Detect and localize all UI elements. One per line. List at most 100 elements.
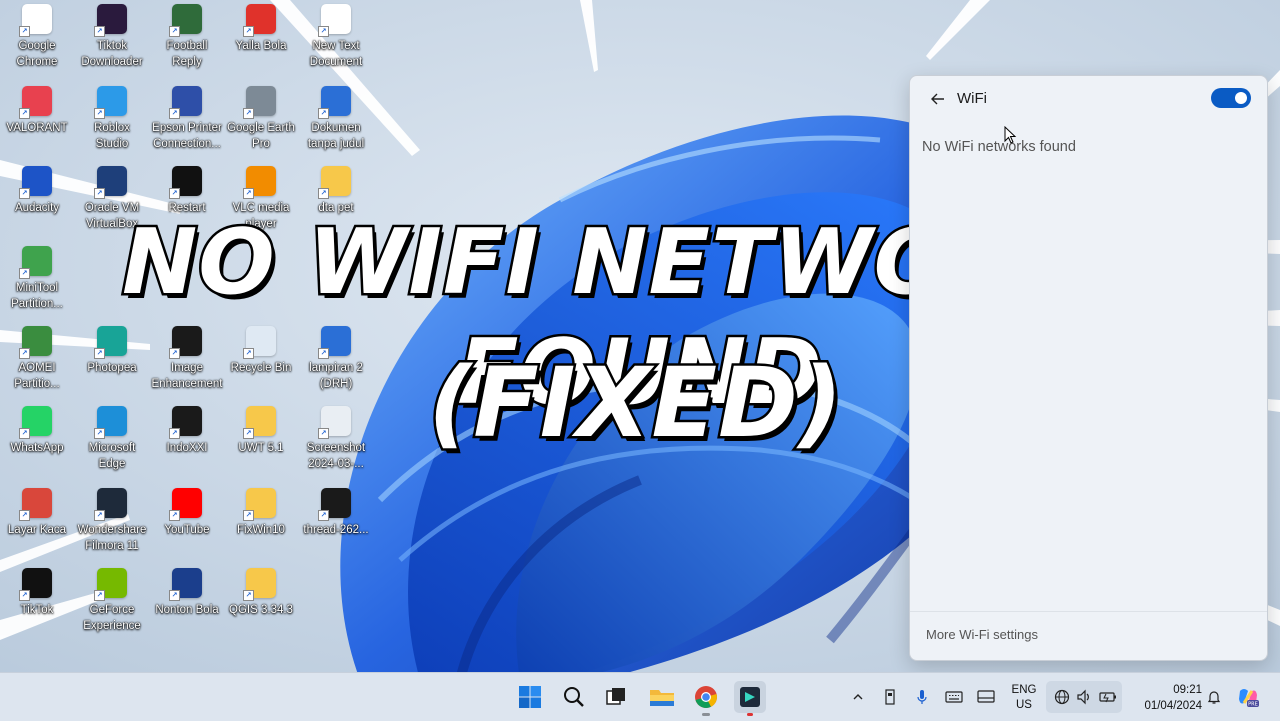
desktop-icon-label: New Text Document (309, 40, 363, 68)
desktop-icon-label: Nonton Bola (155, 604, 219, 616)
virtualbox-icon: ↗ (94, 166, 127, 199)
quick-settings-button[interactable] (1046, 681, 1122, 713)
taskbar: ENG US 09:21 01/04/2024 PRE (0, 672, 1280, 721)
google-earth-icon: ↗ (243, 86, 276, 119)
shortcut-arrow-icon: ↗ (94, 108, 105, 119)
vlc-icon: ↗ (243, 166, 276, 199)
filmora-icon: ↗ (94, 488, 127, 521)
desktop-icon[interactable]: ↗ QGIS 3.34.3 (221, 564, 301, 642)
volume-icon (1074, 687, 1094, 707)
desktop-icon[interactable]: ↗ Yalla Bola (221, 0, 301, 78)
desktop-icon[interactable]: ↗ VALORANT (0, 82, 77, 160)
desktop-icon-label: Football Reply (166, 40, 208, 68)
shortcut-arrow-icon: ↗ (94, 188, 105, 199)
desktop-icon[interactable]: ↗ Roblox Studio (72, 82, 152, 160)
shortcut-arrow-icon: ↗ (169, 108, 180, 119)
wifi-title: WiFi (957, 90, 987, 107)
desktop-icon-label: Google Earth Pro (227, 122, 295, 150)
desktop-icon[interactable]: ↗ YouTube (147, 484, 227, 562)
shortcut-arrow-icon: ↗ (94, 510, 105, 521)
back-arrow-icon[interactable] (928, 89, 948, 109)
copilot-icon[interactable]: PRE (1236, 685, 1260, 709)
desktop-icon-label: Tiktok Downloader (81, 40, 143, 68)
text-document-icon: ↗ (318, 4, 351, 37)
desktop-icon[interactable]: ↗ TikTok (0, 564, 77, 642)
desktop-icon[interactable]: ↗ Google Chrome (0, 0, 77, 78)
mouse-cursor-icon (1004, 126, 1017, 144)
valorant-icon: ↗ (19, 86, 52, 119)
roblox-studio-icon: ↗ (94, 86, 127, 119)
desktop-icon-label: TikTok (20, 604, 54, 616)
desktop-icon[interactable]: ↗ Nonton Bola (147, 564, 227, 642)
folder-icon: ↗ (318, 166, 351, 199)
desktop-icon[interactable]: ↗ Tiktok Downloader (72, 0, 152, 78)
shortcut-arrow-icon: ↗ (243, 188, 254, 199)
shortcut-arrow-icon: ↗ (19, 590, 30, 601)
display-icon[interactable] (976, 687, 996, 707)
desktop-icon[interactable]: ↗ Football Reply (147, 0, 227, 78)
youtube-icon: ↗ (169, 488, 202, 521)
desktop-icon-label: FixWin10 (237, 524, 285, 536)
word-document-icon: ↗ (318, 86, 351, 119)
shortcut-arrow-icon: ↗ (318, 26, 329, 37)
shortcut-arrow-icon: ↗ (19, 510, 30, 521)
desktop-icon[interactable]: ↗ thread-262... (296, 484, 376, 562)
region-code: US (1016, 699, 1032, 711)
microphone-icon[interactable] (912, 687, 932, 707)
desktop-icon-label: Yalla Bola (235, 40, 287, 52)
chrome-icon: ↗ (19, 4, 52, 37)
layar-kaca-icon: ↗ (19, 488, 52, 521)
clock-time: 09:21 (1173, 684, 1202, 696)
wifi-toggle[interactable] (1211, 88, 1251, 108)
desktop-icon[interactable]: ↗ Wondershare Filmora 11 (72, 484, 152, 562)
desktop-icon-label: thread-262... (303, 524, 369, 536)
filmora-icon[interactable] (734, 681, 766, 716)
shortcut-arrow-icon: ↗ (19, 26, 30, 37)
task-view-icon[interactable] (600, 681, 632, 713)
globe-icon (1052, 687, 1072, 707)
active-indicator (747, 713, 753, 716)
shortcut-arrow-icon: ↗ (169, 590, 180, 601)
desktop-icon-label: Layar Kaca (7, 524, 67, 536)
toggle-knob (1235, 92, 1247, 104)
desktop-icon[interactable]: ↗ FixWin10 (221, 484, 301, 562)
start-icon[interactable] (514, 681, 546, 713)
clock-date: 01/04/2024 (1144, 700, 1202, 712)
shortcut-arrow-icon: ↗ (94, 26, 105, 37)
chrome-icon[interactable] (690, 681, 722, 716)
more-wifi-settings-link[interactable]: More Wi-Fi settings (926, 627, 1038, 642)
audacity-icon: ↗ (19, 166, 52, 199)
shortcut-arrow-icon: ↗ (243, 108, 254, 119)
no-networks-message: No WiFi networks found (922, 139, 1076, 155)
usb-device-icon[interactable] (880, 687, 900, 707)
desktop-icon[interactable]: ↗ Google Earth Pro (221, 82, 301, 160)
folder-icon: ↗ (243, 568, 276, 601)
folder-icon: ↗ (243, 488, 276, 521)
file-explorer-icon[interactable] (646, 681, 678, 713)
tiktok-downloader-icon: ↗ (94, 4, 127, 37)
desktop-icon[interactable]: ↗ GeForce Experience (72, 564, 152, 642)
desktop-icon[interactable]: ↗ Layar Kaca (0, 484, 77, 562)
input-language[interactable]: ENG US (1008, 683, 1040, 713)
football-icon: ↗ (169, 4, 202, 37)
search-icon[interactable] (558, 681, 590, 713)
system-clock[interactable]: 09:21 01/04/2024 (1128, 682, 1202, 714)
keyboard-icon[interactable] (944, 687, 964, 707)
chevron-up-icon[interactable] (848, 687, 868, 707)
play-icon: ↗ (243, 4, 276, 37)
shortcut-arrow-icon: ↗ (318, 188, 329, 199)
desktop-icon-label: Roblox Studio (94, 122, 130, 150)
battery-icon (1098, 687, 1118, 707)
shortcut-arrow-icon: ↗ (318, 510, 329, 521)
desktop-icon[interactable]: ↗ New Text Document (296, 0, 376, 78)
shortcut-arrow-icon: ↗ (19, 188, 30, 199)
desktop-icon-label: Dokumen tanpa judul (307, 122, 365, 150)
shortcut-arrow-icon: ↗ (169, 26, 180, 37)
shortcut-arrow-icon: ↗ (243, 26, 254, 37)
desktop-icon[interactable]: ↗ Epson Printer Connection... (147, 82, 227, 160)
desktop-icon-label: Wondershare Filmora 11 (77, 524, 147, 552)
geforce-icon: ↗ (94, 568, 127, 601)
desktop-icon[interactable]: ↗ Dokumen tanpa judul (296, 82, 376, 160)
shortcut-arrow-icon: ↗ (243, 590, 254, 601)
notification-bell-icon[interactable] (1204, 687, 1224, 707)
